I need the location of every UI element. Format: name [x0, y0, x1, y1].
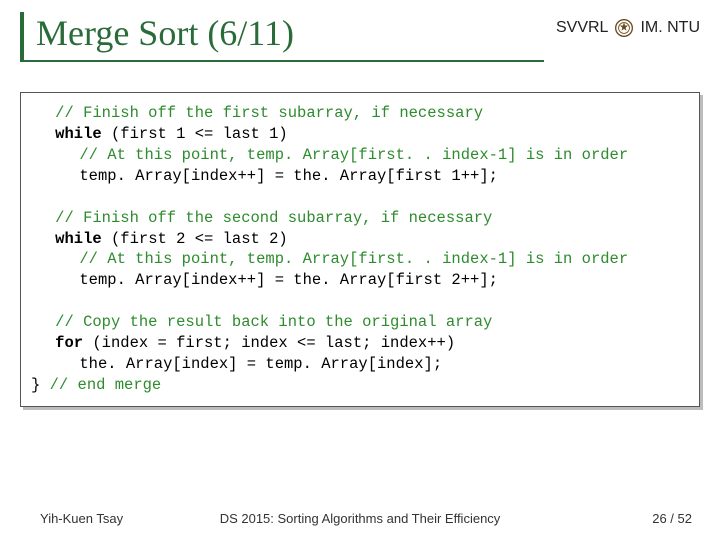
title-container: Merge Sort (6/11) — [20, 12, 544, 62]
keyword-while: while — [55, 125, 102, 143]
close-brace: } — [31, 376, 40, 394]
code-line: the. Array[index] = temp. Array[index]; — [31, 354, 442, 375]
code-line: while (first 2 <= last 2) — [31, 229, 288, 250]
code-comment: // At this point, temp. Array[first. . i… — [31, 249, 628, 270]
keyword-while: while — [55, 230, 102, 248]
org-label-right: IM. NTU — [640, 19, 700, 37]
keyword-for: for — [55, 334, 83, 352]
slide-title: Merge Sort (6/11) — [36, 12, 544, 54]
code-block: // Finish off the first subarray, if nec… — [20, 92, 700, 407]
university-seal-icon — [614, 18, 634, 38]
footer-course: DS 2015: Sorting Algorithms and Their Ef… — [220, 511, 501, 526]
code-line: } // end merge — [31, 376, 161, 394]
slide-content: // Finish off the first subarray, if nec… — [20, 92, 700, 407]
code-text: (index = first; index <= last; index++) — [83, 334, 455, 352]
code-line: temp. Array[index++] = the. Array[first … — [31, 166, 498, 187]
org-label-left: SVVRL — [556, 19, 608, 37]
code-comment: // Finish off the second subarray, if ne… — [31, 208, 492, 229]
code-comment: // Copy the result back into the origina… — [31, 312, 492, 333]
code-line: temp. Array[index++] = the. Array[first … — [31, 270, 498, 291]
footer-page-number: 26 / 52 — [652, 511, 692, 526]
code-text: (first 1 <= last 1) — [102, 125, 288, 143]
slide-header: Merge Sort (6/11) SVVRL IM. NTU — [0, 0, 720, 62]
code-comment: // Finish off the first subarray, if nec… — [31, 103, 483, 124]
header-affiliation: SVVRL IM. NTU — [556, 12, 700, 38]
code-comment: // end merge — [40, 376, 161, 394]
code-comment: // At this point, temp. Array[first. . i… — [31, 145, 628, 166]
code-line: while (first 1 <= last 1) — [31, 124, 288, 145]
footer-author: Yih-Kuen Tsay — [40, 511, 123, 526]
code-line: for (index = first; index <= last; index… — [31, 333, 455, 354]
slide-footer: Yih-Kuen Tsay DS 2015: Sorting Algorithm… — [0, 511, 720, 526]
code-text: (first 2 <= last 2) — [102, 230, 288, 248]
slide: Merge Sort (6/11) SVVRL IM. NTU // Finis… — [0, 0, 720, 540]
